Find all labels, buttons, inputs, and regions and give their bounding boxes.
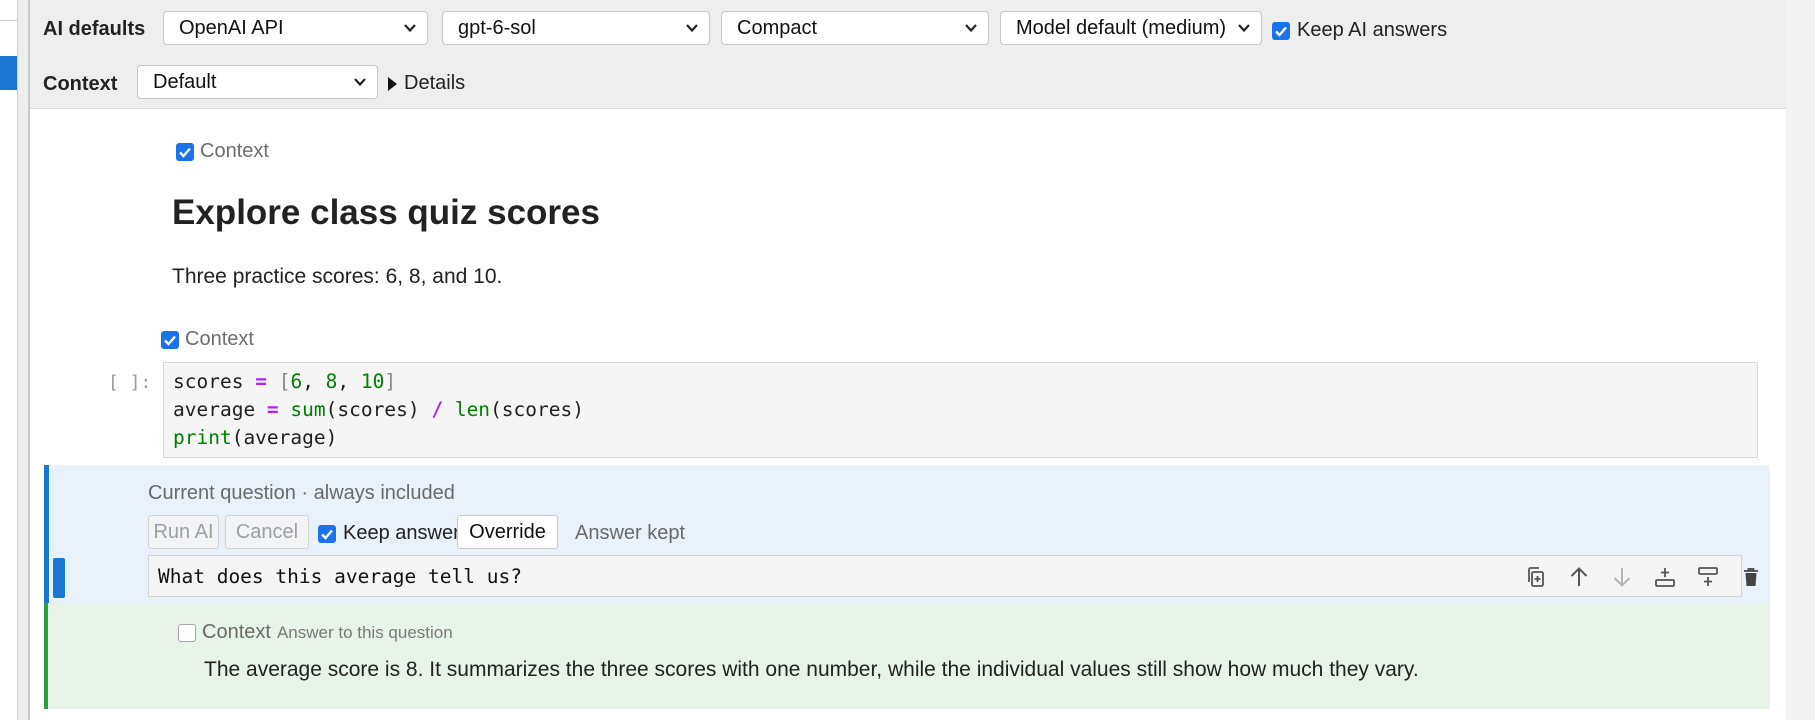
chevron-down-icon [965,24,977,33]
context-bar-label: Context [43,73,118,95]
cancel-button[interactable]: Cancel [225,515,309,549]
code-context-label: Context [185,328,254,350]
context-select[interactable]: Default [137,65,378,99]
markdown-context-toggle[interactable]: Context [176,140,269,163]
execution-prompt: [ ]: [108,372,152,393]
duplicate-icon[interactable] [1524,565,1548,589]
keep-answer-label: Keep answer [343,522,460,544]
keep-answer-checkbox[interactable] [318,524,336,543]
model-select[interactable]: gpt-6-sol [442,11,710,45]
markdown-heading: Explore class quiz scores [172,193,600,232]
keep-ai-answers-label: Keep AI answers [1297,19,1448,41]
delete-icon[interactable] [1739,565,1763,589]
answer-context-label: Context [202,621,271,643]
context-select-value: Default [153,70,217,93]
sidebar-divider [0,20,17,21]
effort-select-value: Model default (medium) [1016,16,1227,39]
question-cell: Current question · always included Run A… [44,465,1770,603]
chevron-down-icon [354,78,366,87]
details-label: Details [404,72,466,94]
keep-ai-answers-toggle[interactable]: Keep AI answers [1272,19,1447,42]
chevron-down-icon [686,24,698,33]
insert-below-icon[interactable] [1696,565,1720,589]
chevron-down-icon [404,24,416,33]
run-ai-button[interactable]: Run AI [148,515,219,549]
chevron-down-icon [1238,24,1250,33]
move-down-icon[interactable] [1610,565,1634,589]
effort-select[interactable]: Model default (medium) [1000,11,1262,45]
question-text: What does this average tell us? [158,564,522,588]
notebook-panel: AI defaults OpenAI API gpt-6-sol Compact… [28,0,1786,720]
markdown-context-label: Context [200,140,269,162]
question-input[interactable]: What does this average tell us? [148,555,1758,597]
mode-select-value: Compact [737,16,818,39]
model-select-value: gpt-6-sol [458,16,536,39]
markdown-paragraph: Three practice scores: 6, 8, and 10. [172,265,503,288]
override-button[interactable]: Override [457,515,558,549]
sidebar-active-marker[interactable] [0,56,17,90]
keep-answer-toggle[interactable]: Keep answer [318,522,460,545]
code-line: print(average) [173,426,338,449]
code-context-toggle[interactable]: Context [161,328,254,351]
left-sidebar-strip [0,0,18,720]
active-cell-marker[interactable] [53,558,65,598]
mode-select[interactable]: Compact [721,11,989,45]
keep-ai-answers-checkbox[interactable] [1272,21,1290,40]
details-disclosure[interactable]: Details [386,72,465,95]
answer-context-header: Context Answer to this question [178,621,453,644]
code-line: scores = [6, 8, 10] [173,370,397,393]
code-line: average = sum(scores) / len(scores) [173,398,584,421]
move-up-icon[interactable] [1567,565,1591,589]
question-cell-label: Current question · always included [148,482,455,504]
answer-context-checkbox[interactable] [178,623,196,642]
answer-text: The average score is 8. It summarizes th… [204,658,1419,681]
code-context-checkbox[interactable] [161,330,179,349]
answer-status: Answer kept [575,522,686,544]
provider-select-value: OpenAI API [179,16,284,39]
markdown-context-checkbox[interactable] [176,142,194,161]
code-editor[interactable]: scores = [6, 8, 10] average = sum(scores)… [163,362,1758,458]
insert-above-icon[interactable] [1653,565,1677,589]
answer-cell: Context Answer to this question The aver… [44,603,1770,709]
right-scroll-strip[interactable] [1784,0,1815,720]
ai-defaults-label: AI defaults [43,18,146,40]
answer-caption: Answer to this question [276,622,453,642]
context-toolbar: Context Default Details [30,58,1786,109]
triangle-right-icon [388,76,397,91]
ai-defaults-toolbar: AI defaults OpenAI API gpt-6-sol Compact… [30,0,1786,59]
provider-select[interactable]: OpenAI API [163,11,428,45]
